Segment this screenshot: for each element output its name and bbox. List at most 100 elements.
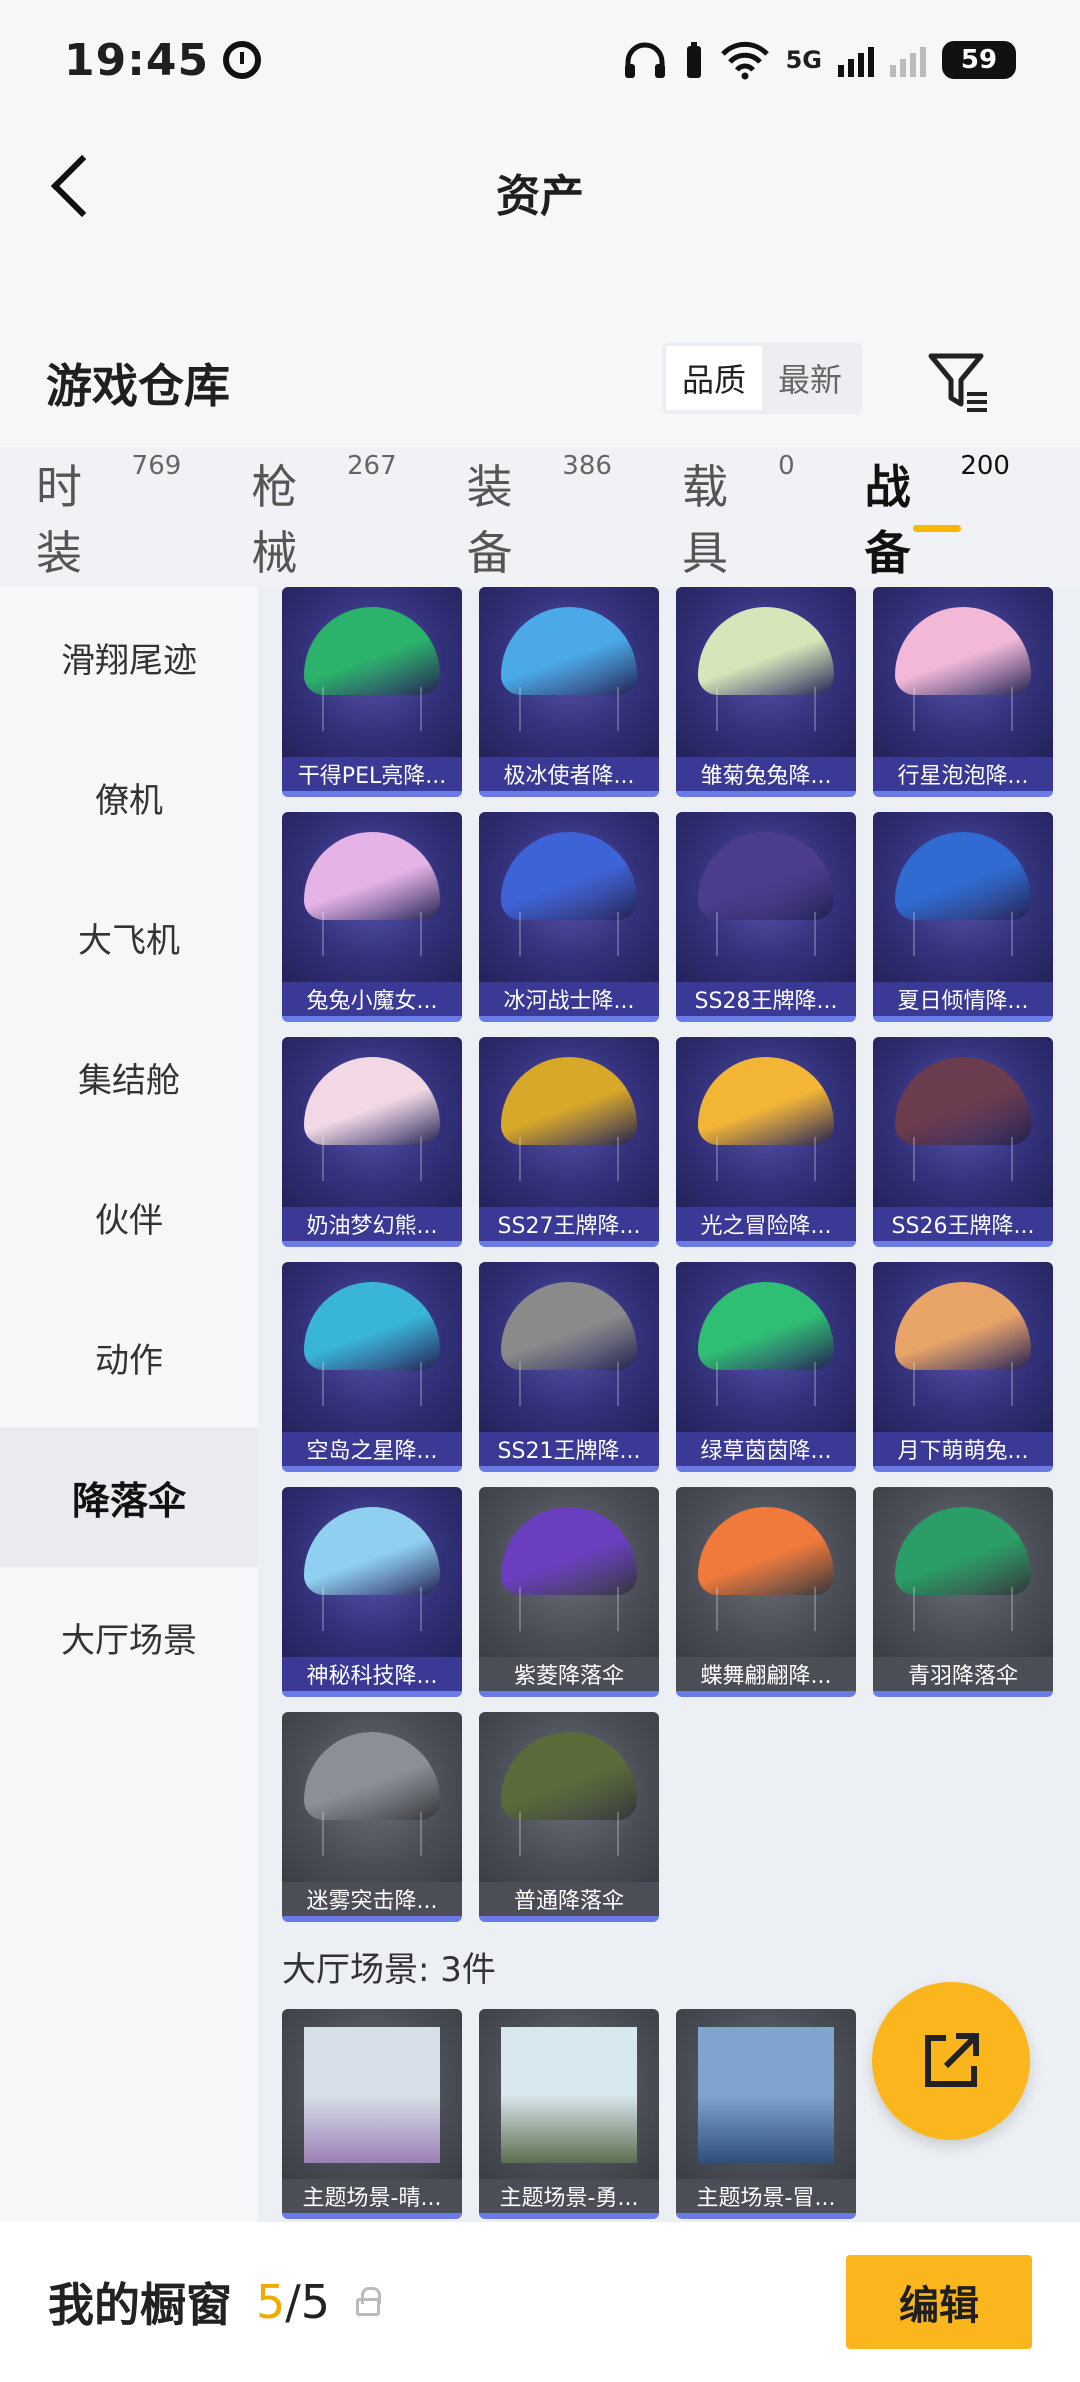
showcase-title: 我的橱窗 <box>48 2278 232 2332</box>
card-bottom-bar <box>873 1016 1053 1022</box>
card-bottom-bar <box>282 1916 462 1922</box>
parachute-thumbnail <box>282 1712 462 1882</box>
parachute-thumbnail <box>479 1487 659 1657</box>
parachute-card[interactable]: 兔兔小魔女... <box>282 812 462 1022</box>
parachute-lines <box>716 687 816 731</box>
showcase-separator: / <box>285 2275 301 2329</box>
parachute-card[interactable]: 夏日倾情降... <box>873 812 1053 1022</box>
parachute-card[interactable]: 蝶舞翩翩降... <box>676 1487 856 1697</box>
parachute-lines <box>322 1587 422 1631</box>
warehouse-bar: 游戏仓库 品质 最新 <box>0 330 1080 430</box>
tab-equipment[interactable]: 装备 386 <box>467 451 612 583</box>
parachute-lines <box>716 1362 816 1406</box>
sidebar-item-companion[interactable]: 伙伴 <box>0 1147 258 1287</box>
parachute-card[interactable]: 空岛之星降... <box>282 1262 462 1472</box>
parachute-card[interactable]: 普通降落伞 <box>479 1712 659 1922</box>
parachute-canopy <box>698 1057 834 1145</box>
parachute-name: 绿草茵茵降... <box>676 1432 856 1466</box>
sidebar-item-parachute[interactable]: 降落伞 <box>0 1427 258 1567</box>
parachute-card[interactable]: 雏菊兔兔降... <box>676 587 856 797</box>
filter-button[interactable] <box>925 346 995 416</box>
parachute-card[interactable]: 绿草茵茵降... <box>676 1262 856 1472</box>
wifi-icon <box>720 41 769 80</box>
parachute-lines <box>519 687 619 731</box>
share-button[interactable] <box>872 1982 1030 2140</box>
status-icons: 5G 59 <box>622 40 1016 80</box>
card-bottom-bar <box>479 1241 659 1247</box>
card-bottom-bar <box>873 791 1053 797</box>
tab-fashion[interactable]: 时装 769 <box>36 451 181 583</box>
parachute-lines <box>322 1137 422 1181</box>
battery-icon: 59 <box>942 41 1016 79</box>
parachute-name: 奶油梦幻熊... <box>282 1207 462 1241</box>
parachute-card[interactable]: 行星泡泡降... <box>873 587 1053 797</box>
parachute-thumbnail <box>479 1037 659 1207</box>
parachute-lines <box>913 1587 1013 1631</box>
sidebar-item-wingman[interactable]: 僚机 <box>0 727 258 867</box>
card-bottom-bar <box>282 791 462 797</box>
tab-count: 200 <box>960 451 1010 481</box>
parachute-card[interactable]: 紫菱降落伞 <box>479 1487 659 1697</box>
lobby-scene-image <box>698 2027 834 2163</box>
tab-battle-gear[interactable]: 战备 200 <box>865 451 1010 583</box>
parachute-card[interactable]: SS28王牌降... <box>676 812 856 1022</box>
parachute-thumbnail <box>282 1262 462 1432</box>
parachute-thumbnail <box>676 1037 856 1207</box>
sort-toggle: 品质 最新 <box>662 342 863 414</box>
parachute-lines <box>913 1137 1013 1181</box>
edit-button[interactable]: 编辑 <box>846 2255 1032 2349</box>
tab-count: 386 <box>562 451 612 481</box>
parachute-name: 神秘科技降... <box>282 1657 462 1691</box>
sort-quality-button[interactable]: 品质 <box>666 346 763 410</box>
parachute-canopy <box>698 1507 834 1595</box>
sidebar-item-lobby-scene[interactable]: 大厅场景 <box>0 1567 258 1707</box>
sort-latest-button[interactable]: 最新 <box>762 346 858 410</box>
lobby-scene-image <box>501 2027 637 2163</box>
tab-vehicles[interactable]: 载具 0 <box>682 451 795 583</box>
parachute-canopy <box>304 1507 440 1595</box>
parachute-card[interactable]: 冰河战士降... <box>479 812 659 1022</box>
lobby-scene-card[interactable]: 主题场景-勇... <box>479 2009 659 2219</box>
lobby-scene-thumbnail-frame <box>479 2009 659 2179</box>
parachute-lines <box>913 912 1013 956</box>
parachute-lines <box>716 912 816 956</box>
parachute-card[interactable]: 极冰使者降... <box>479 587 659 797</box>
parachute-lines <box>519 912 619 956</box>
page-title: 资产 <box>496 171 584 222</box>
parachute-name: 极冰使者降... <box>479 757 659 791</box>
parachute-card[interactable]: SS26王牌降... <box>873 1037 1053 1247</box>
sidebar-item-emote[interactable]: 动作 <box>0 1287 258 1427</box>
tab-label: 时装 <box>36 460 82 580</box>
sidebar-item-glide-trail[interactable]: 滑翔尾迹 <box>0 587 258 727</box>
card-bottom-bar <box>479 1691 659 1697</box>
tab-label: 载具 <box>681 460 728 580</box>
card-bottom-bar <box>873 1241 1053 1247</box>
parachute-name: SS26王牌降... <box>873 1207 1053 1241</box>
parachute-lines <box>716 1137 816 1181</box>
lobby-scene-card[interactable]: 主题场景-晴... <box>282 2009 462 2219</box>
alarm-icon <box>223 41 262 79</box>
sidebar-item-airplane[interactable]: 大飞机 <box>0 867 258 1007</box>
tab-active-indicator <box>912 525 961 532</box>
parachute-card[interactable]: 青羽降落伞 <box>873 1487 1053 1697</box>
parachute-thumbnail <box>676 812 856 982</box>
parachute-card[interactable]: 月下萌萌兔... <box>873 1262 1053 1472</box>
parachute-canopy <box>501 607 637 695</box>
parachute-card[interactable]: 光之冒险降... <box>676 1037 856 1247</box>
parachute-card[interactable]: 干得PEL亮降... <box>282 587 462 797</box>
parachute-lines <box>519 1137 619 1181</box>
parachute-card[interactable]: 神秘科技降... <box>282 1487 462 1697</box>
parachute-card[interactable]: 迷雾突击降... <box>282 1712 462 1922</box>
card-bottom-bar <box>479 1016 659 1022</box>
parachute-name: 干得PEL亮降... <box>282 757 462 791</box>
parachute-card[interactable]: 奶油梦幻熊... <box>282 1037 462 1247</box>
tab-label: 战备 <box>864 460 911 580</box>
parachute-card[interactable]: SS27王牌降... <box>479 1037 659 1247</box>
tab-guns[interactable]: 枪械 267 <box>251 451 396 583</box>
category-tabs: 时装 769 枪械 267 装备 386 载具 0 战备 200 <box>0 447 1080 587</box>
sidebar-item-assembly-pod[interactable]: 集结舱 <box>0 1007 258 1147</box>
parachute-thumbnail <box>873 1262 1053 1432</box>
lobby-scene-name: 主题场景-勇... <box>479 2179 659 2213</box>
parachute-card[interactable]: SS21王牌降... <box>479 1262 659 1472</box>
lobby-scene-card[interactable]: 主题场景-冒... <box>676 2009 856 2219</box>
